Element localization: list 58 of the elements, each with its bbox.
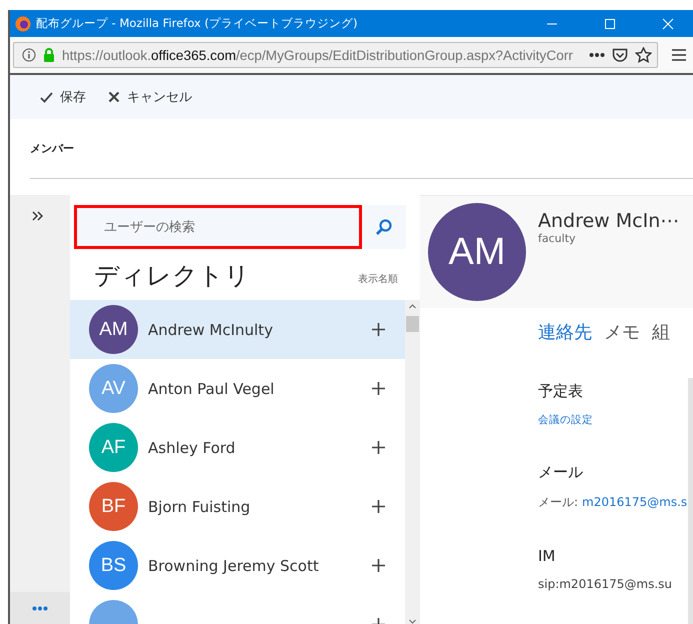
maximize-icon[interactable] [604,18,616,30]
section-title: メンバー [30,119,693,179]
section-heading: メール [538,463,584,482]
tab[interactable]: 組 [652,320,670,344]
person-name: Browning Jeremy Scott [148,556,319,574]
add-icon[interactable] [372,382,385,395]
person-name: Bjorn Fuisting [148,498,250,516]
star-icon[interactable] [635,47,652,63]
lock-icon [43,48,55,62]
address-bar[interactable]: https://outlook.office365.com/ecp/MyGroups/EditDistributionGroup.aspx?ActivityCorr [13,42,658,68]
add-icon[interactable] [372,500,385,513]
more-icon[interactable] [589,52,605,58]
scrollbar[interactable] [405,300,420,624]
avatar: AF [89,423,138,472]
add-icon[interactable] [372,441,385,454]
link[interactable]: 会議の設定 [538,413,593,427]
person-row[interactable]: BF Bjorn Fuisting [70,477,405,536]
avatar: AM [89,305,138,354]
avatar: BS [89,541,138,590]
tab[interactable]: 連絡先 [538,320,592,344]
person-row[interactable]: AM Andrew McInulty [70,300,405,359]
add-icon[interactable] [372,559,385,572]
contact-name: Andrew McIn⋯ [538,210,680,232]
person-name: Andrew McInulty [148,320,273,338]
directory-title: ディレクトリ [94,260,251,292]
person-name: Anton Paul Vegel [148,380,274,398]
info-icon[interactable] [22,48,36,62]
browser-logo-icon [15,16,31,32]
link[interactable]: m2016175@ms.s [582,495,688,509]
check-icon [40,92,53,102]
expand-icon[interactable] [32,211,44,221]
section-heading: 予定表 [538,382,584,401]
cross-icon [108,91,120,103]
person-row[interactable]: AV Anton Paul Vegel [70,359,405,418]
avatar: AV [89,364,138,413]
add-icon[interactable] [372,323,385,336]
sort-link[interactable]: 表示名順 [358,272,398,286]
section-heading: IM [538,547,556,565]
url-text: https://outlook.office365.com/ecp/MyGroups/EditDistributionGroup.aspx?ActivityCorr [62,48,574,62]
tab[interactable]: メモ [604,320,640,344]
avatar: AM [428,203,526,301]
close-icon[interactable] [662,18,674,30]
menu-icon[interactable] [672,49,686,61]
person-row[interactable]: BS Browning Jeremy Scott [70,536,405,595]
search-field[interactable]: ユーザーの検索 [74,205,362,249]
contact-title: faculty [538,232,577,245]
scrollbar[interactable] [688,378,693,624]
search-button[interactable] [362,205,406,249]
person-row[interactable]: AF Ashley Ford [70,418,405,477]
person-name: Ashley Ford [148,438,236,456]
avatar: BF [89,482,138,531]
save-button[interactable]: 保存 [38,84,88,110]
field-value: sip:m2016175@ms.su [538,577,672,591]
window-title: 配布グループ - Mozilla Firefox (プライベートブラウジング) [36,16,358,31]
field-label: メール: [538,494,578,511]
cancel-button[interactable]: キャンセル [106,84,194,110]
search-icon [375,218,393,236]
pocket-icon[interactable] [612,48,628,62]
